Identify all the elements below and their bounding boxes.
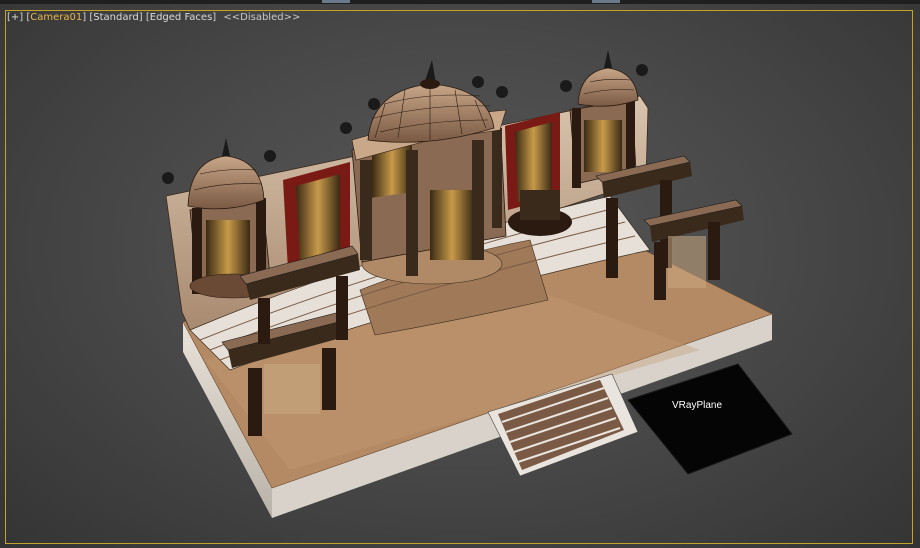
central-pavilion: [351, 60, 507, 276]
right-pavilion: [569, 50, 639, 188]
viewport-label-menu: [+] [Camera01] [Standard] [Edged Faces] …: [7, 12, 301, 23]
scene-render[interactable]: [0, 0, 920, 548]
viewport-shading-menu[interactable]: Standard: [93, 12, 139, 23]
viewport-camera-menu[interactable]: Camera01: [30, 12, 82, 23]
viewport-disabled-toggle[interactable]: <<Disabled>>: [223, 12, 300, 23]
viewport-edges-menu[interactable]: Edged Faces: [150, 12, 213, 23]
canopy-right-front: [643, 199, 744, 300]
vray-plane-label: VRayPlane: [672, 400, 723, 411]
camera-viewport[interactable]: VRayPlane [+] [Camera01] [Standard] [Edg…: [0, 0, 920, 548]
